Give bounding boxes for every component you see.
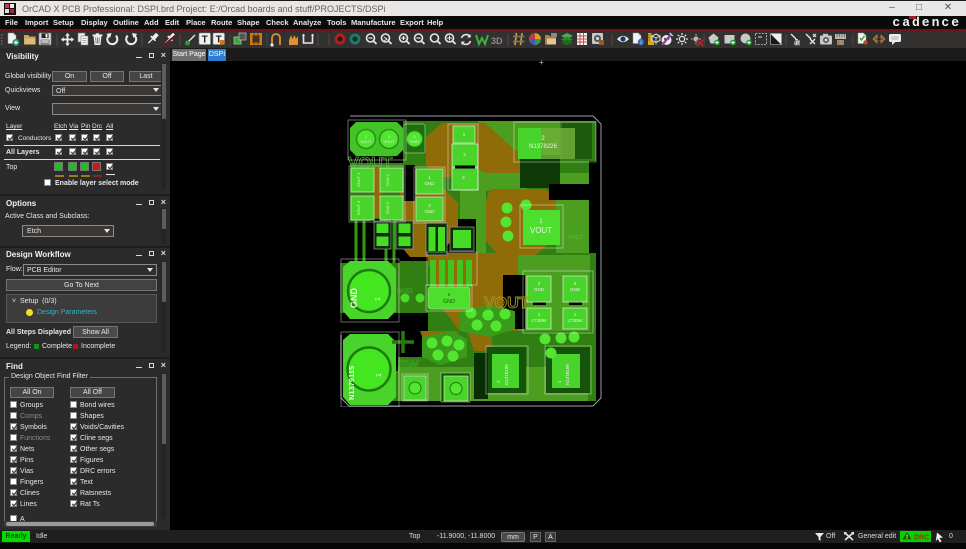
svg-text:GND: GND bbox=[349, 288, 359, 309]
svg-text:VOUT: VOUT bbox=[383, 139, 395, 144]
svg-text:VOUT 2: VOUT 2 bbox=[356, 200, 361, 215]
svg-text:VOUT: VOUT bbox=[484, 295, 529, 312]
svg-text:N1378188: N1378188 bbox=[565, 364, 570, 385]
svg-text:P: P bbox=[796, 41, 800, 47]
svg-text:N1378226: N1378226 bbox=[529, 144, 557, 150]
svg-text:LT3094: LT3094 bbox=[532, 318, 547, 323]
svg-text:1: 1 bbox=[375, 297, 382, 301]
svg-text:1: 1 bbox=[376, 373, 383, 377]
svg-text:GND: GND bbox=[425, 209, 436, 214]
svg-text:VOUT 1: VOUT 1 bbox=[356, 172, 361, 187]
svg-text:LT3094: LT3094 bbox=[568, 318, 583, 323]
svg-text:GND 2: GND 2 bbox=[385, 201, 390, 214]
svg-text:N1379115: N1379115 bbox=[347, 366, 356, 400]
svg-text:DRC: DRC bbox=[914, 535, 929, 542]
svg-text:T: T bbox=[202, 35, 208, 46]
svg-text:VOUT: VOUT bbox=[530, 226, 552, 235]
svg-text:SW: SW bbox=[398, 357, 420, 372]
svg-text:GND: GND bbox=[570, 287, 581, 292]
svg-text:GND: GND bbox=[410, 139, 419, 144]
svg-text:GND: GND bbox=[534, 287, 545, 292]
svg-text:GND: GND bbox=[425, 181, 436, 186]
svg-text:N1378188: N1378188 bbox=[504, 364, 509, 385]
svg-text:i: i bbox=[640, 40, 641, 46]
svg-text:VOUT: VOUT bbox=[568, 235, 584, 241]
svg-text:VOUT: VOUT bbox=[360, 139, 372, 144]
svg-text:GND 2: GND 2 bbox=[385, 173, 390, 186]
svg-text:GND: GND bbox=[443, 299, 455, 305]
svg-text:3D: 3D bbox=[491, 36, 503, 46]
